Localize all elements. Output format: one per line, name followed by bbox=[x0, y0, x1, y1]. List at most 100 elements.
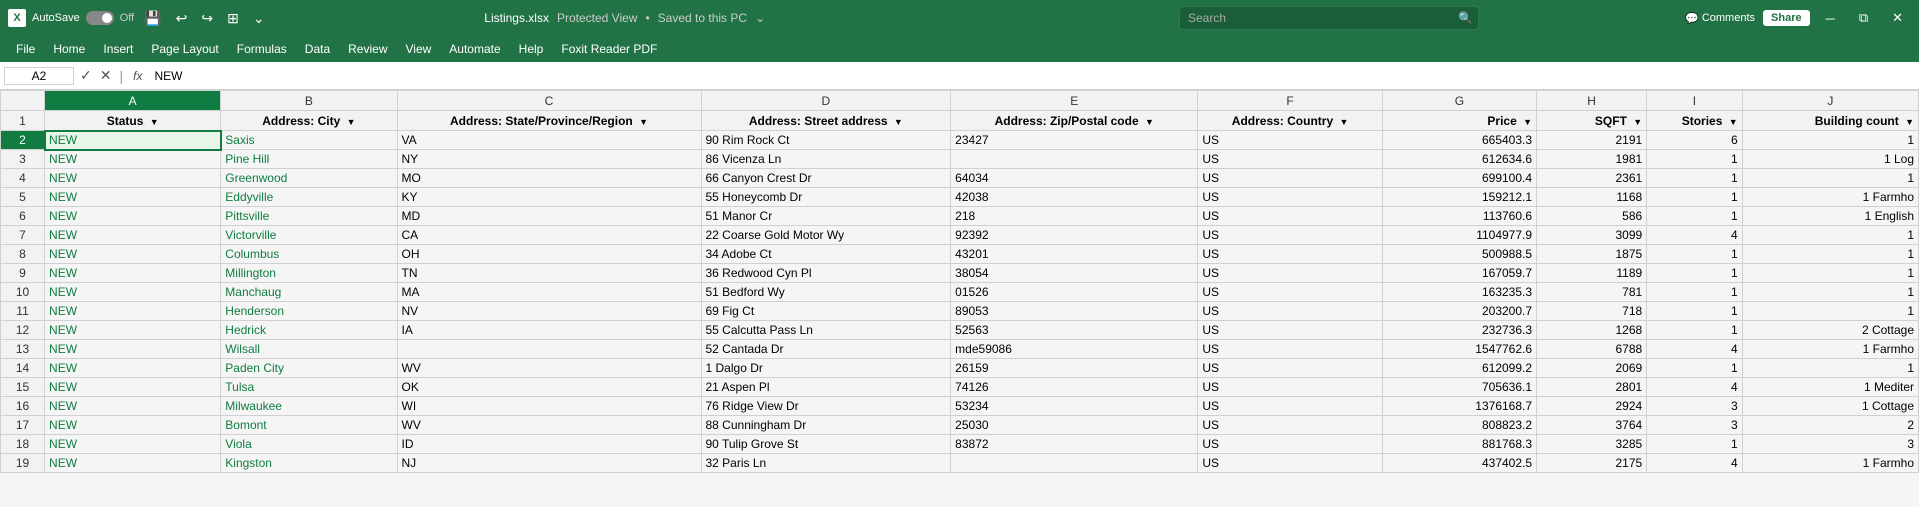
cell-zip[interactable]: 53234 bbox=[951, 397, 1198, 416]
cell-building[interactable]: 1 Cottage bbox=[1742, 397, 1918, 416]
cell-building[interactable]: 1 Farmho bbox=[1742, 454, 1918, 473]
header-price[interactable]: Price ▼ bbox=[1382, 111, 1536, 131]
cell-sqft[interactable]: 1268 bbox=[1537, 321, 1647, 340]
cell-building[interactable]: 1 bbox=[1742, 245, 1918, 264]
cell-street[interactable]: 88 Cunningham Dr bbox=[701, 416, 951, 435]
cell-state[interactable]: WI bbox=[397, 397, 701, 416]
cell-zip[interactable]: 01526 bbox=[951, 283, 1198, 302]
cell-state[interactable]: WV bbox=[397, 416, 701, 435]
table-row[interactable]: 14 NEW Paden City WV 1 Dalgo Dr 26159 US… bbox=[1, 359, 1919, 378]
cell-zip[interactable] bbox=[951, 150, 1198, 169]
name-box[interactable] bbox=[4, 67, 74, 85]
cell-city[interactable]: Manchaug bbox=[221, 283, 397, 302]
cell-city[interactable]: Milwaukee bbox=[221, 397, 397, 416]
table-row[interactable]: 10 NEW Manchaug MA 51 Bedford Wy 01526 U… bbox=[1, 283, 1919, 302]
cell-price[interactable]: 232736.3 bbox=[1382, 321, 1536, 340]
cell-building[interactable]: 2 Cottage bbox=[1742, 321, 1918, 340]
search-input[interactable] bbox=[1179, 6, 1479, 30]
col-header-C[interactable]: C bbox=[397, 91, 701, 111]
cell-status[interactable]: NEW bbox=[45, 378, 221, 397]
table-row[interactable]: 2 NEW Saxis VA 90 Rim Rock Ct 23427 US 6… bbox=[1, 131, 1919, 150]
cell-price[interactable]: 705636.1 bbox=[1382, 378, 1536, 397]
cell-building[interactable]: 3 bbox=[1742, 435, 1918, 454]
cell-city[interactable]: Tulsa bbox=[221, 378, 397, 397]
cell-sqft[interactable]: 2191 bbox=[1537, 131, 1647, 150]
table-row[interactable]: 7 NEW Victorville CA 22 Coarse Gold Moto… bbox=[1, 226, 1919, 245]
cell-building[interactable]: 1 bbox=[1742, 226, 1918, 245]
filter-arrow-building[interactable]: ▼ bbox=[1905, 117, 1914, 127]
cell-city[interactable]: Hedrick bbox=[221, 321, 397, 340]
cell-status[interactable]: NEW bbox=[45, 321, 221, 340]
cell-building[interactable]: 1 Farmho bbox=[1742, 340, 1918, 359]
table-row[interactable]: 4 NEW Greenwood MO 66 Canyon Crest Dr 64… bbox=[1, 169, 1919, 188]
cell-city[interactable]: Kingston bbox=[221, 454, 397, 473]
cell-state[interactable]: VA bbox=[397, 131, 701, 150]
cell-price[interactable]: 203200.7 bbox=[1382, 302, 1536, 321]
cell-state[interactable]: OK bbox=[397, 378, 701, 397]
cell-street[interactable]: 1 Dalgo Dr bbox=[701, 359, 951, 378]
cell-state[interactable]: MA bbox=[397, 283, 701, 302]
col-header-J[interactable]: J bbox=[1742, 91, 1918, 111]
col-header-E[interactable]: E bbox=[951, 91, 1198, 111]
cell-sqft[interactable]: 2801 bbox=[1537, 378, 1647, 397]
cell-street[interactable]: 36 Redwood Cyn Pl bbox=[701, 264, 951, 283]
cell-street[interactable]: 52 Cantada Dr bbox=[701, 340, 951, 359]
cell-street[interactable]: 66 Canyon Crest Dr bbox=[701, 169, 951, 188]
cell-street[interactable]: 90 Tulip Grove St bbox=[701, 435, 951, 454]
comments-button[interactable]: 💬 Comments bbox=[1685, 12, 1755, 25]
cell-status[interactable]: NEW bbox=[45, 416, 221, 435]
cell-country[interactable]: US bbox=[1198, 150, 1382, 169]
cell-zip[interactable]: 218 bbox=[951, 207, 1198, 226]
cell-city[interactable]: Victorville bbox=[221, 226, 397, 245]
header-stories[interactable]: Stories ▼ bbox=[1647, 111, 1742, 131]
cell-status[interactable]: NEW bbox=[45, 207, 221, 226]
table-row[interactable]: 11 NEW Henderson NV 69 Fig Ct 89053 US 2… bbox=[1, 302, 1919, 321]
cell-zip[interactable]: 25030 bbox=[951, 416, 1198, 435]
cell-status[interactable]: NEW bbox=[45, 435, 221, 454]
menu-insert[interactable]: Insert bbox=[95, 40, 141, 58]
cell-city[interactable]: Eddyville bbox=[221, 188, 397, 207]
cell-status[interactable]: NEW bbox=[45, 302, 221, 321]
cell-city[interactable]: Greenwood bbox=[221, 169, 397, 188]
col-header-A[interactable]: A bbox=[45, 91, 221, 111]
cell-street[interactable]: 32 Paris Ln bbox=[701, 454, 951, 473]
cell-price[interactable]: 699100.4 bbox=[1382, 169, 1536, 188]
formula-input[interactable] bbox=[150, 69, 1915, 83]
cell-price[interactable]: 500988.5 bbox=[1382, 245, 1536, 264]
header-status[interactable]: Status ▼ bbox=[45, 111, 221, 131]
cell-zip[interactable]: 38054 bbox=[951, 264, 1198, 283]
cell-city[interactable]: Columbus bbox=[221, 245, 397, 264]
cell-country[interactable]: US bbox=[1198, 245, 1382, 264]
cell-street[interactable]: 86 Vicenza Ln bbox=[701, 150, 951, 169]
redo-button[interactable]: ↪ bbox=[197, 8, 217, 29]
cell-price[interactable]: 167059.7 bbox=[1382, 264, 1536, 283]
restore-button[interactable]: ⧉ bbox=[1851, 0, 1876, 36]
cell-status[interactable]: NEW bbox=[45, 188, 221, 207]
cell-state[interactable]: TN bbox=[397, 264, 701, 283]
autosave-toggle[interactable] bbox=[86, 11, 114, 25]
cell-price[interactable]: 612634.6 bbox=[1382, 150, 1536, 169]
cell-stories[interactable]: 1 bbox=[1647, 169, 1742, 188]
cell-state[interactable]: WV bbox=[397, 359, 701, 378]
cell-status[interactable]: NEW bbox=[45, 264, 221, 283]
header-street[interactable]: Address: Street address ▼ bbox=[701, 111, 951, 131]
cell-city[interactable]: Wilsall bbox=[221, 340, 397, 359]
cell-zip[interactable]: 83872 bbox=[951, 435, 1198, 454]
menu-home[interactable]: Home bbox=[45, 40, 93, 58]
cell-zip[interactable]: 42038 bbox=[951, 188, 1198, 207]
undo-button[interactable]: ↩ bbox=[172, 8, 192, 29]
cell-street[interactable]: 51 Bedford Wy bbox=[701, 283, 951, 302]
cell-country[interactable]: US bbox=[1198, 302, 1382, 321]
cell-zip[interactable]: 64034 bbox=[951, 169, 1198, 188]
cell-country[interactable]: US bbox=[1198, 207, 1382, 226]
cell-price[interactable]: 1547762.6 bbox=[1382, 340, 1536, 359]
cell-building[interactable]: 1 Farmho bbox=[1742, 188, 1918, 207]
cell-zip[interactable]: 74126 bbox=[951, 378, 1198, 397]
cell-status[interactable]: NEW bbox=[45, 169, 221, 188]
table-row[interactable]: 8 NEW Columbus OH 34 Adobe Ct 43201 US 5… bbox=[1, 245, 1919, 264]
cell-stories[interactable]: 3 bbox=[1647, 416, 1742, 435]
cell-country[interactable]: US bbox=[1198, 321, 1382, 340]
cell-sqft[interactable]: 3764 bbox=[1537, 416, 1647, 435]
cell-stories[interactable]: 1 bbox=[1647, 283, 1742, 302]
menu-file[interactable]: File bbox=[8, 40, 43, 58]
